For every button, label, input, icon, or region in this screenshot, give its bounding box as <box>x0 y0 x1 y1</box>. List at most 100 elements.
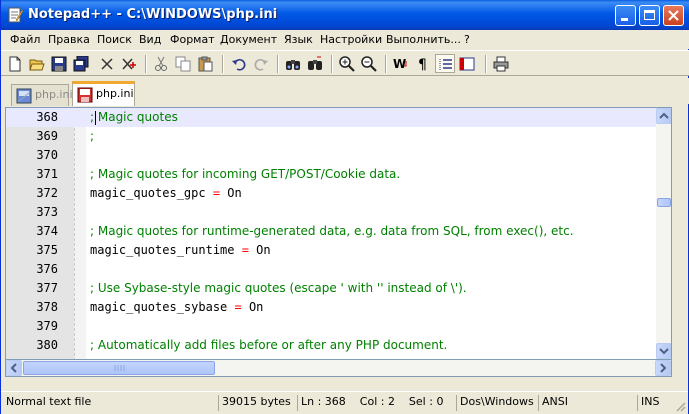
notepad-app-icon[interactable] <box>7 7 23 23</box>
text-editor[interactable]: 368 ; Magic quotes 369; 370 371 ; Magic quote… <box>5 107 672 360</box>
tab-php-ini-1[interactable]: php.ini <box>11 84 73 106</box>
zoom-out-button[interactable] <box>359 54 379 73</box>
editor-line[interactable]: 379 <box>6 317 657 336</box>
scroll-up-button[interactable] <box>656 108 671 124</box>
horizontal-scroll-thumb[interactable] <box>23 361 215 375</box>
modified-file-icon <box>77 87 93 103</box>
menu-bar: Файл Правка Поиск Вид Формат Документ Яз… <box>1 30 689 49</box>
line-number: 369 <box>36 129 58 143</box>
menu-settings[interactable]: Настройки <box>320 33 382 46</box>
code-text[interactable]: ; Automatically add files before or afte… <box>90 338 447 352</box>
pilcrow-icon: ¶ <box>418 57 427 72</box>
print-button[interactable] <box>491 54 511 73</box>
code-text[interactable]: ; Use Sybase-style magic quotes (escape … <box>90 281 467 295</box>
editor-line[interactable]: 376 <box>6 260 657 279</box>
undo-icon <box>232 59 246 71</box>
code-token: magic_quotes_sybase <box>90 300 235 314</box>
menu-run[interactable]: Выполнить... <box>386 33 461 46</box>
close-all-button[interactable] <box>119 54 139 73</box>
code-text[interactable]: ; <box>90 129 94 143</box>
tab-php-ini-2[interactable]: php.ini <box>72 81 135 106</box>
indent-guide-button[interactable] <box>435 54 455 73</box>
editor-line[interactable]: 375 magic_quotes_runtime = On <box>6 241 657 260</box>
find-button[interactable] <box>283 54 303 73</box>
copy-icon <box>175 56 191 72</box>
line-number: 368 <box>36 110 58 124</box>
scroll-right-button[interactable] <box>655 360 671 376</box>
doc-switcher-button[interactable] <box>457 54 477 73</box>
indent-guide-icon <box>439 59 452 71</box>
menu-document[interactable]: Документ <box>220 33 277 46</box>
cut-button[interactable] <box>151 54 171 73</box>
maximize-button[interactable] <box>639 5 660 26</box>
line-number: 378 <box>36 300 58 314</box>
undo-button[interactable] <box>229 54 249 73</box>
toolbar: W ¶ <box>1 50 689 76</box>
zoom-out-icon <box>361 56 377 72</box>
editor-line[interactable]: 377 ; Use Sybase-style magic quotes (esca… <box>6 279 657 298</box>
status-cursor-position: Ln : 368 Col : 2 Sel : 0 <box>297 395 455 411</box>
svg-text:W: W <box>393 57 406 71</box>
scroll-left-button[interactable] <box>6 360 22 376</box>
chevron-left-icon <box>10 363 17 373</box>
new-file-icon <box>9 56 21 72</box>
zoom-in-button[interactable] <box>337 54 357 73</box>
tab-label: php.ini <box>35 88 73 101</box>
status-encoding: ANSI <box>538 395 636 411</box>
paste-button[interactable] <box>195 54 215 73</box>
menu-file[interactable]: Файл <box>10 33 40 46</box>
editor-line[interactable]: 373 <box>6 203 657 222</box>
scissors-icon <box>155 56 167 71</box>
resize-grip-icon[interactable] <box>674 400 686 412</box>
save-button[interactable] <box>49 54 69 73</box>
menu-language[interactable]: Язык <box>284 33 313 46</box>
editor-line[interactable]: 374 ; Magic quotes for runtime-generated … <box>6 222 657 241</box>
editor-line[interactable]: 380 ; Automatically add files before or a… <box>6 336 657 355</box>
printer-icon <box>493 56 509 72</box>
editor-line[interactable]: 369; <box>6 127 657 146</box>
vertical-scroll-thumb[interactable] <box>657 198 671 207</box>
redo-button[interactable] <box>251 54 271 73</box>
title-bar[interactable]: Notepad++ - C:\WINDOWS\php.ini <box>1 0 689 30</box>
code-token: magic_quotes_gpc <box>90 186 213 200</box>
vertical-scrollbar[interactable] <box>656 108 671 359</box>
scroll-down-button[interactable] <box>656 343 671 359</box>
code-text[interactable]: ; Magic quotes for runtime-generated dat… <box>90 224 574 238</box>
code-text[interactable]: ; Magic quotes <box>90 110 178 124</box>
editor-line[interactable]: 378 magic_quotes_sybase = On <box>6 298 657 317</box>
editor-line[interactable]: 371 ; Magic quotes for incoming GET/POST/… <box>6 165 657 184</box>
close-file-button[interactable] <box>97 54 117 73</box>
line-number: 370 <box>36 148 58 162</box>
menu-view[interactable]: Вид <box>139 33 161 46</box>
saved-file-icon <box>16 88 32 104</box>
menu-help[interactable]: ? <box>464 33 470 46</box>
code-token: On <box>220 186 242 200</box>
chevron-right-icon <box>660 363 667 373</box>
menu-format[interactable]: Формат <box>170 33 215 46</box>
replace-button[interactable] <box>305 54 325 73</box>
editor-line[interactable]: 368 ; Magic quotes <box>6 108 657 127</box>
code-text[interactable]: ; Magic quotes for incoming GET/POST/Coo… <box>90 167 400 181</box>
copy-button[interactable] <box>173 54 193 73</box>
code-comment: ; Magic quotes for incoming GET/POST/Coo… <box>90 167 401 181</box>
show-all-chars-button[interactable]: ¶ <box>413 54 433 73</box>
code-token: On <box>241 300 264 314</box>
horizontal-scrollbar[interactable] <box>5 360 672 377</box>
menu-edit[interactable]: Правка <box>48 33 90 46</box>
new-file-button[interactable] <box>5 54 25 73</box>
editor-line[interactable]: 372 magic_quotes_gpc = On <box>6 184 657 203</box>
word-wrap-button[interactable]: W <box>391 54 411 73</box>
code-text[interactable]: magic_quotes_runtime = On <box>90 243 271 257</box>
close-window-button[interactable] <box>663 5 684 26</box>
minimize-button[interactable] <box>615 5 636 26</box>
code-text[interactable]: magic_quotes_sybase = On <box>90 300 263 314</box>
notepad-window: Notepad++ - C:\WINDOWS\php.ini Файл Прав… <box>0 0 689 414</box>
menu-search[interactable]: Поиск <box>97 33 132 46</box>
editor-line[interactable]: 370 <box>6 146 657 165</box>
code-operator: = <box>234 300 242 314</box>
open-file-button[interactable] <box>27 54 47 73</box>
code-token: magic_quotes_runtime <box>90 243 242 257</box>
code-text[interactable]: magic_quotes_gpc = On <box>90 186 242 200</box>
save-all-button[interactable] <box>71 54 91 73</box>
status-file-size: 39015 bytes <box>218 395 296 411</box>
